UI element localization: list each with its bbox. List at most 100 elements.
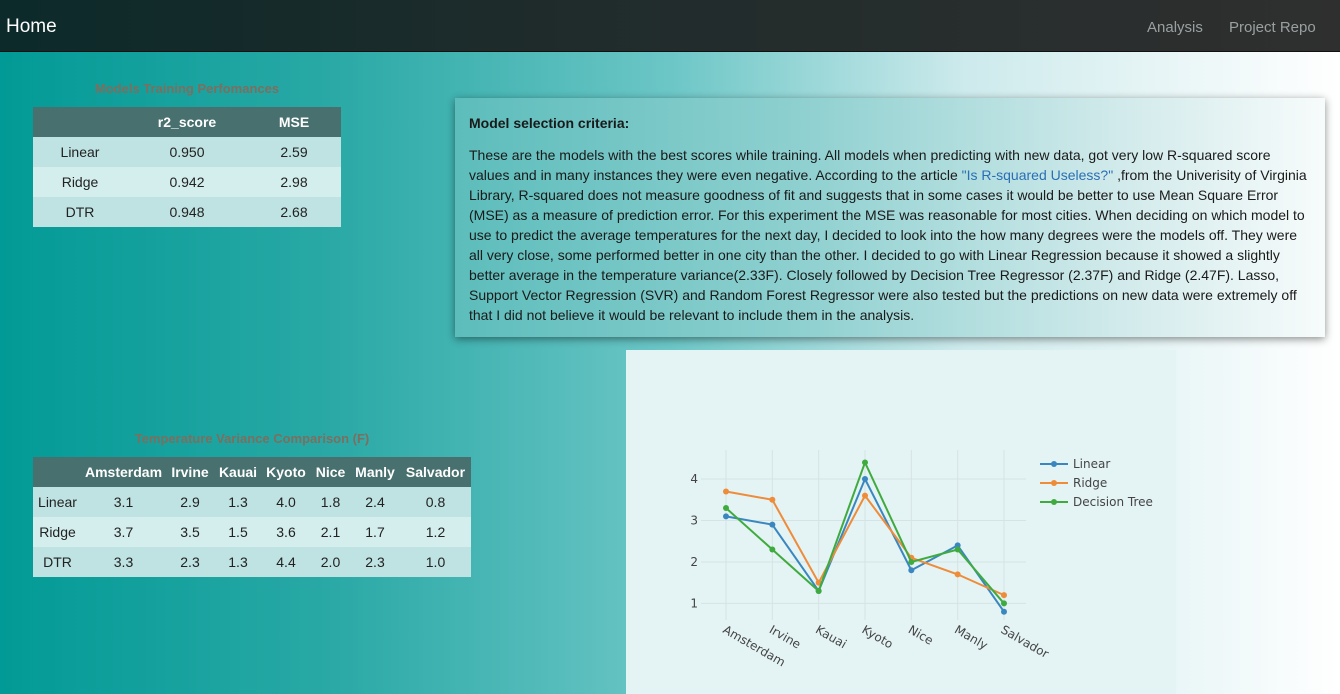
table-header-cell: Salvador: [400, 457, 471, 487]
x-tick-label: Salvador: [999, 622, 1052, 660]
variance-line-chart: 1 2 3 4 Amsterdam Irvine Kauai Kyoto Nice Manly Sa…: [626, 350, 1176, 694]
data-point: [723, 488, 729, 495]
table-row: Linear 3.1 2.9 1.3 4.0 1.8 2.4 0.8: [33, 487, 471, 517]
table-cell: 0.942: [127, 167, 247, 197]
data-point: [1001, 608, 1007, 615]
table-cell: 1.5: [215, 517, 261, 547]
variance-comparison-table: Amsterdam Irvine Kauai Kyoto Nice Manly …: [33, 457, 471, 577]
y-tick-label: 3: [690, 513, 698, 527]
table-cell: 0.8: [400, 487, 471, 517]
card-text-after: ,from the Univerisity of Virginia Librar…: [469, 167, 1307, 323]
table-cell: DTR: [33, 197, 127, 227]
y-tick-label: 2: [690, 555, 698, 569]
card-title: Model selection criteria:: [469, 115, 630, 131]
legend-label: Ridge: [1073, 476, 1107, 490]
table-cell: 3.5: [165, 517, 215, 547]
table-cell: 3.6: [261, 517, 311, 547]
table-cell: 1.2: [400, 517, 471, 547]
table-cell: 1.0: [400, 547, 471, 577]
data-point: [908, 567, 915, 574]
table-cell: 2.9: [165, 487, 215, 517]
table-header-row: r2_score MSE: [33, 107, 341, 137]
legend-label: Linear: [1073, 457, 1110, 471]
data-point: [723, 513, 729, 520]
table-header-cell: Nice: [311, 457, 350, 487]
table-cell: Ridge: [33, 517, 82, 547]
data-point: [1001, 600, 1007, 607]
model-selection-card: Model selection criteria: These are the …: [455, 98, 1325, 337]
table-header-cell: MSE: [247, 107, 341, 137]
table-cell: 0.948: [127, 197, 247, 227]
table-cell: 2.0: [311, 547, 350, 577]
x-tick-label: Nice: [906, 622, 936, 647]
table-header-row: Amsterdam Irvine Kauai Kyoto Nice Manly …: [33, 457, 471, 487]
legend-label: Decision Tree: [1073, 495, 1153, 509]
data-point: [954, 571, 961, 578]
y-tick-label: 4: [690, 472, 698, 486]
data-point: [862, 492, 868, 499]
table-header-cell: r2_score: [127, 107, 247, 137]
table-row: Linear 0.950 2.59: [33, 137, 341, 167]
table-row: DTR 3.3 2.3 1.3 4.4 2.0 2.3 1.0: [33, 547, 471, 577]
data-point: [954, 546, 961, 553]
card-body: These are the models with the best score…: [469, 145, 1311, 325]
table-cell: 3.7: [82, 517, 165, 547]
x-tick-label: Manly: [952, 622, 990, 652]
table-cell: 1.3: [215, 547, 261, 577]
table-cell: 2.68: [247, 197, 341, 227]
x-tick-label: Kauai: [813, 622, 849, 651]
table-cell: 2.98: [247, 167, 341, 197]
x-tick-label: Irvine: [767, 622, 803, 651]
x-tick-label: Kyoto: [860, 622, 896, 651]
data-point: [769, 546, 776, 553]
article-link[interactable]: "Is R-squared Useless?": [962, 167, 1114, 183]
chart-svg: 1234AmsterdamIrvine Kauai Kyoto Nice Manly Sa…: [690, 450, 1153, 669]
table-cell: 3.1: [82, 487, 165, 517]
table-cell: Ridge: [33, 167, 127, 197]
data-point: [769, 496, 776, 503]
table-header-cell: [33, 457, 82, 487]
table-cell: 2.3: [165, 547, 215, 577]
home-link[interactable]: Home: [6, 16, 57, 38]
project-repo-link[interactable]: Project Repo: [1229, 19, 1316, 36]
table-cell: Linear: [33, 487, 82, 517]
data-point: [769, 521, 776, 528]
table-row: Ridge 0.942 2.98: [33, 167, 341, 197]
table-header-cell: Kauai: [215, 457, 261, 487]
data-point: [723, 505, 729, 512]
training-performance-table: r2_score MSE Linear 0.950 2.59 Ridge 0.9…: [33, 107, 341, 227]
table-cell: 1.7: [350, 517, 400, 547]
table-header-cell: Irvine: [165, 457, 215, 487]
navbar: Home Analysis Project Repo: [0, 0, 1340, 52]
data-point: [862, 459, 868, 466]
table-cell: 2.3: [350, 547, 400, 577]
table-cell: 4.4: [261, 547, 311, 577]
analysis-link[interactable]: Analysis: [1147, 19, 1203, 36]
variance-table-title: Temperature Variance Comparison (F): [134, 431, 370, 446]
table-cell: 0.950: [127, 137, 247, 167]
table-cell: 1.3: [215, 487, 261, 517]
training-table-title: Models Training Perfomances: [94, 81, 280, 96]
legend-marker: [1051, 480, 1057, 486]
table-cell: 3.3: [82, 547, 165, 577]
legend-marker: [1051, 499, 1057, 505]
table-cell: 2.4: [350, 487, 400, 517]
table-cell: DTR: [33, 547, 82, 577]
table-cell: 1.8: [311, 487, 350, 517]
table-header-cell: Manly: [350, 457, 400, 487]
table-cell: 2.59: [247, 137, 341, 167]
data-point: [862, 476, 868, 483]
table-header-cell: Amsterdam: [82, 457, 165, 487]
table-row: Ridge 3.7 3.5 1.5 3.6 2.1 1.7 1.2: [33, 517, 471, 547]
data-point: [1001, 592, 1007, 599]
table-cell: 2.1: [311, 517, 350, 547]
y-tick-label: 1: [690, 596, 698, 610]
table-row: DTR 0.948 2.68: [33, 197, 341, 227]
table-cell: 4.0: [261, 487, 311, 517]
legend-marker: [1051, 461, 1057, 467]
table-cell: Linear: [33, 137, 127, 167]
table-header-cell: Kyoto: [261, 457, 311, 487]
data-point: [908, 558, 915, 565]
data-point: [815, 587, 822, 594]
table-header-cell: [33, 107, 127, 137]
